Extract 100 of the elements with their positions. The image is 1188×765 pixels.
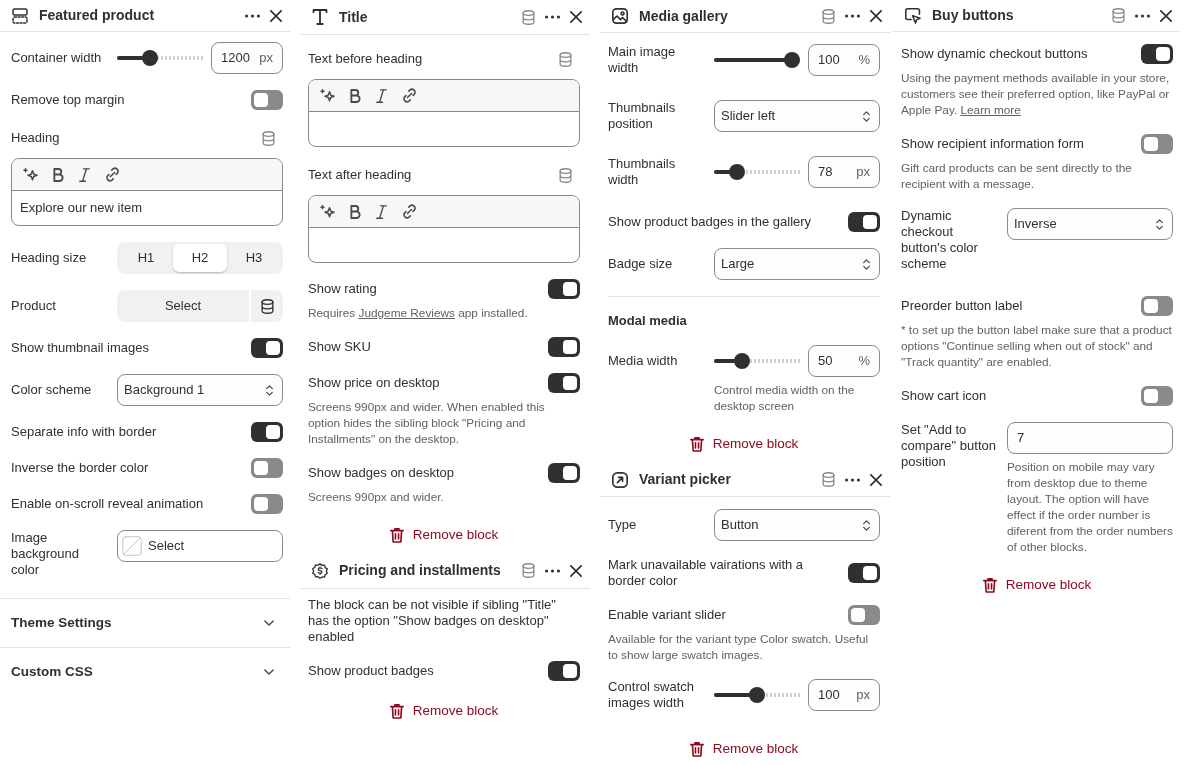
more-icon[interactable]	[845, 14, 860, 18]
italic-icon[interactable]	[376, 88, 387, 103]
slider-track[interactable]	[714, 52, 800, 68]
setting-label: Image background color	[11, 530, 80, 578]
toggle-switch[interactable]	[1141, 386, 1173, 406]
sparkle-icon[interactable]	[23, 168, 38, 181]
toggle-switch[interactable]	[548, 279, 580, 299]
segment-button[interactable]: H1	[119, 244, 173, 272]
italic-icon[interactable]	[376, 204, 387, 219]
sparkle-icon[interactable]	[320, 89, 335, 102]
setting-label: Preorder button label	[901, 298, 1023, 314]
number-field[interactable]: 100 px	[808, 679, 880, 711]
bold-icon[interactable]	[53, 167, 64, 182]
slider-thumb[interactable]	[749, 687, 765, 703]
link[interactable]: Learn more	[960, 103, 1021, 117]
setting-label: Thumbnails width	[608, 156, 677, 188]
more-icon[interactable]	[845, 477, 860, 482]
help-text: Using the payment methods available in your store, customers see their preferred option, like PayPal or Apple Pay. Learn more	[901, 70, 1171, 118]
slider-track[interactable]	[117, 50, 203, 66]
bold-icon[interactable]	[350, 88, 361, 103]
number-field[interactable]: 78 px	[808, 156, 880, 188]
slider-track[interactable]	[714, 687, 800, 703]
dropdown[interactable]: Button	[714, 509, 880, 541]
toggle-switch[interactable]	[251, 90, 283, 110]
dropdown[interactable]: Slider left	[714, 100, 880, 132]
slider-track[interactable]	[714, 164, 800, 180]
slider-thumb[interactable]	[728, 164, 745, 180]
toggle-switch[interactable]	[848, 212, 880, 232]
number-field[interactable]: 1200 px	[211, 42, 283, 74]
number-field[interactable]: 100 %	[808, 44, 880, 76]
toggle-switch[interactable]	[1141, 296, 1173, 316]
close-icon[interactable]	[1160, 9, 1172, 22]
close-icon[interactable]	[270, 9, 282, 22]
toggle-switch[interactable]	[251, 422, 283, 442]
database-icon[interactable]	[822, 472, 835, 487]
more-icon[interactable]	[545, 15, 560, 19]
more-icon[interactable]	[1135, 13, 1150, 18]
dropdown[interactable]: Large	[714, 248, 880, 280]
database-icon[interactable]	[822, 8, 835, 24]
toggle-switch[interactable]	[251, 458, 283, 478]
database-icon[interactable]	[262, 130, 275, 146]
more-icon[interactable]	[545, 568, 560, 573]
setting-label: Set "Add to compare" button position	[901, 422, 997, 470]
slider-thumb[interactable]	[784, 52, 800, 68]
toggle-switch[interactable]	[1141, 44, 1173, 64]
number-field[interactable]: 50 %	[808, 345, 880, 377]
trash-icon	[689, 741, 704, 757]
select-button[interactable]: Select	[117, 290, 249, 322]
remove-block-button[interactable]: Remove block	[974, 571, 1100, 599]
close-icon[interactable]	[570, 11, 582, 23]
toggle-switch[interactable]	[848, 605, 880, 625]
toggle-switch[interactable]	[1141, 134, 1173, 154]
setting-label: Enable variant slider	[608, 607, 726, 623]
dropdown[interactable]: Background 1	[117, 374, 283, 406]
collapsible-section[interactable]: Theme Settings	[0, 598, 290, 647]
segment-button[interactable]: H3	[227, 244, 281, 272]
setting-label: Show recipient information form	[901, 136, 1084, 152]
database-icon[interactable]	[522, 9, 535, 25]
close-icon[interactable]	[870, 10, 882, 22]
italic-icon[interactable]	[79, 167, 90, 182]
slider-thumb[interactable]	[141, 50, 158, 66]
database-icon[interactable]	[1112, 8, 1125, 23]
link-icon[interactable]	[105, 167, 120, 182]
help-text: Screens 990px and wider.	[308, 489, 445, 505]
remove-block-button[interactable]: Remove block	[381, 697, 507, 725]
close-icon[interactable]	[570, 564, 582, 577]
toggle-switch[interactable]	[548, 337, 580, 357]
sparkle-icon[interactable]	[320, 205, 335, 218]
editor-input[interactable]: Explore our new item	[12, 191, 282, 225]
trash-icon	[389, 703, 404, 719]
more-icon[interactable]	[245, 13, 260, 18]
link[interactable]: Judgeme Reviews	[358, 306, 455, 320]
toggle-switch[interactable]	[548, 463, 580, 483]
dynamic-source-button[interactable]	[251, 290, 283, 322]
color-picker[interactable]: Select	[117, 530, 283, 562]
toggle-switch[interactable]	[251, 494, 283, 514]
segment-button[interactable]: H2	[173, 244, 227, 272]
close-icon[interactable]	[870, 473, 882, 486]
database-icon[interactable]	[522, 563, 535, 578]
setting-label: Heading	[11, 130, 60, 146]
database-icon[interactable]	[559, 167, 572, 183]
collapsible-section[interactable]: Custom CSS	[0, 647, 290, 696]
remove-block-button[interactable]: Remove block	[381, 521, 507, 549]
toggle-switch[interactable]	[251, 338, 283, 358]
toggle-switch[interactable]	[848, 563, 880, 583]
slider-track[interactable]	[714, 353, 800, 369]
toggle-switch[interactable]	[548, 373, 580, 393]
database-icon[interactable]	[559, 51, 572, 67]
trash-icon	[689, 436, 704, 452]
slider-thumb[interactable]	[733, 353, 750, 369]
number-field[interactable]: 7	[1007, 422, 1173, 454]
dropdown[interactable]: Inverse	[1007, 208, 1173, 240]
link-icon[interactable]	[402, 88, 417, 103]
remove-block-button[interactable]: Remove block	[681, 735, 807, 763]
toggle-switch[interactable]	[548, 661, 580, 681]
updown-chevron-icon	[863, 519, 870, 531]
bold-icon[interactable]	[350, 204, 361, 219]
setting-label: Dynamic checkout button's color scheme	[901, 208, 979, 272]
link-icon[interactable]	[402, 204, 417, 219]
remove-block-button[interactable]: Remove block	[681, 430, 807, 458]
